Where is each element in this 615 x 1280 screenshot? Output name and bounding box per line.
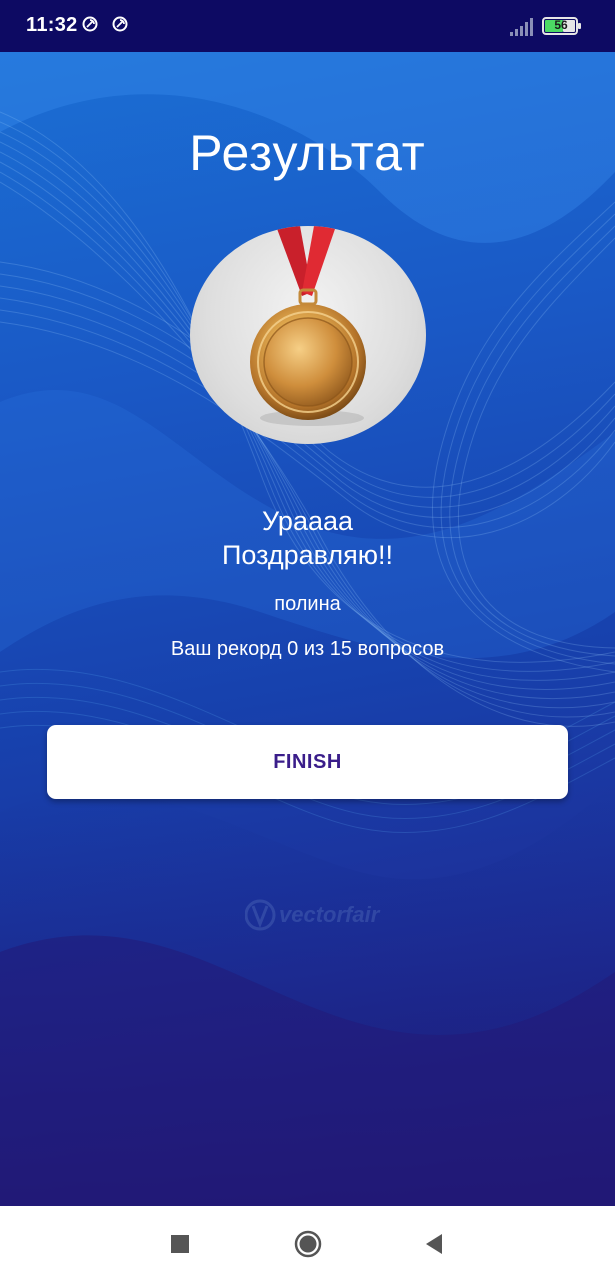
congrats-line-1: Ураааа [261,506,354,536]
page-title: Результат [189,125,426,181]
recents-icon[interactable] [164,1228,196,1260]
watermark-logo: vectorfair [244,888,379,942]
battery-level: 56 [554,18,568,32]
notification-icon [112,16,128,32]
main-content: Результат Ураааа Поздравляю!! полина Ваш… [0,52,615,1206]
finish-button[interactable]: FINISH [47,725,568,799]
player-name: полина [274,593,341,615]
notification-icon [82,16,98,32]
signal-icon [510,18,533,36]
back-icon[interactable] [418,1228,450,1260]
result-screen: 11:32 56 Результат Ураааа Поздравляю!! п… [0,0,615,1280]
medal-image [190,226,426,444]
home-icon[interactable] [292,1228,324,1260]
medal-icon [250,226,366,426]
congrats-message: Ураааа Поздравляю!! [0,504,615,572]
status-bar: 11:32 56 [0,0,615,52]
congrats-line-2: Поздравляю!! [221,540,394,570]
navigation-bar [0,1206,615,1280]
status-time: 11:32 [26,14,78,36]
watermark-text: vectorfair [279,902,380,927]
record-text: Ваш рекорд 0 из 15 вопросов [170,638,445,660]
